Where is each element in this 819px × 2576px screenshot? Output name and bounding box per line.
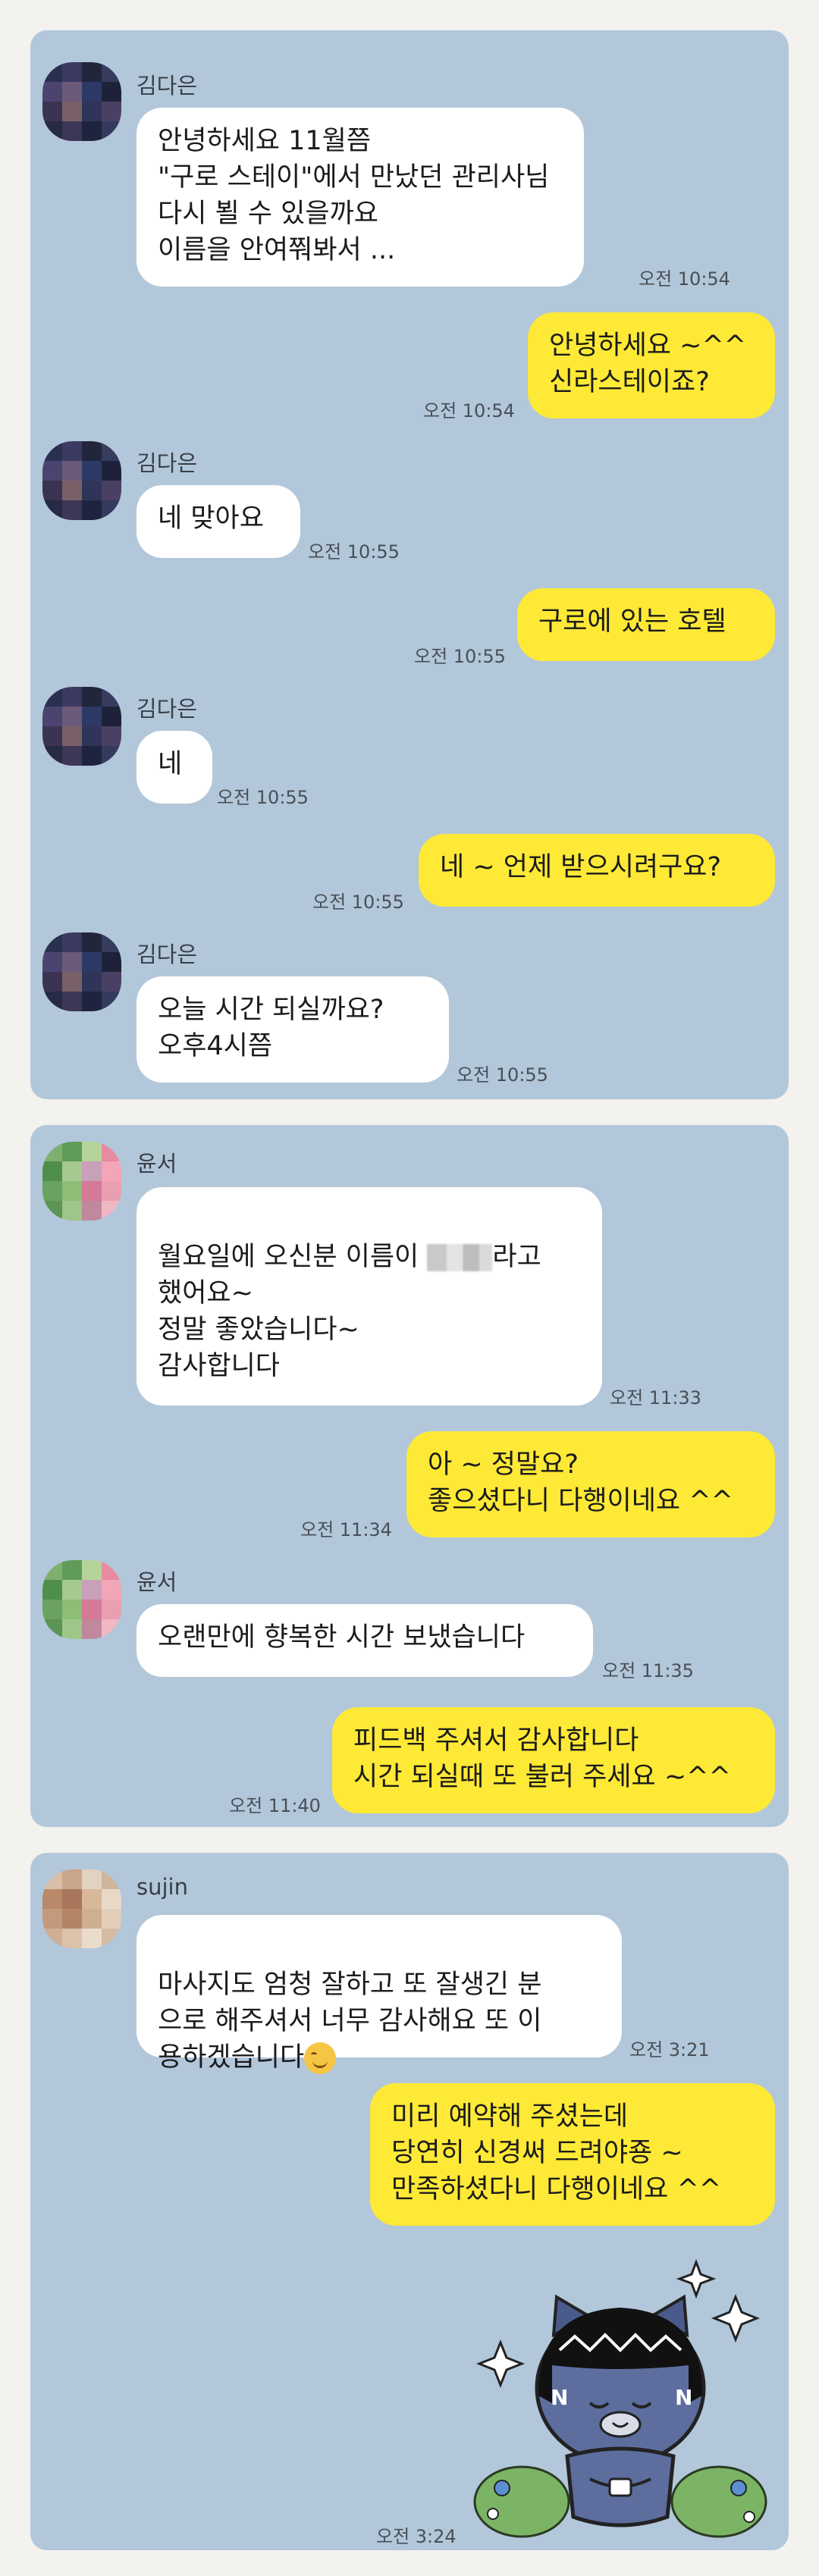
message-bubble[interactable]: 안녕하세요 ~^^ 신라스테이죠? (528, 312, 775, 418)
message-bubble[interactable]: 미리 예약해 주셨는데 당연히 신경써 드려야죵 ~ 만족하셨다니 다행이네요 … (370, 2083, 775, 2226)
avatar[interactable] (42, 1869, 121, 1948)
redacted-name (427, 1244, 493, 1271)
sender-name: 김다은 (136, 696, 198, 722)
message-time: 오전 10:54 (423, 400, 515, 421)
sender-name: 김다은 (136, 942, 198, 967)
chat-panel-1: 김다은 안녕하세요 11월쯤 "구로 스테이"에서 만났던 관리사님 다시 뵐 … (30, 30, 789, 1099)
kakao-ryan-sticker[interactable]: N N (469, 2252, 772, 2547)
message-bubble[interactable]: 오늘 시간 되실까요? 오후4시쯤 (136, 976, 449, 1083)
message-bubble[interactable]: 구로에 있는 호텔 (517, 588, 775, 661)
message-time: 오전 11:40 (229, 1795, 321, 1816)
chat-panel-2: 윤서 월요일에 오신분 이름이 라고했어요~ 정말 좋았습니다~ 감사합니다 오… (30, 1125, 789, 1827)
smiling-face-icon (304, 2042, 337, 2074)
message-time: 오전 10:55 (414, 646, 506, 667)
message-bubble[interactable]: 아 ~ 정말요? 좋으셨다니 다행이네요 ^^ (406, 1431, 775, 1537)
message-bubble[interactable]: 안녕하세요 11월쯤 "구로 스테이"에서 만났던 관리사님 다시 뵐 수 있을… (136, 108, 584, 287)
message-time: 오전 10:55 (312, 892, 404, 913)
message-text: 라고 (492, 1242, 541, 1272)
message-time: 오전 10:55 (457, 1064, 548, 1086)
sender-name: 김다은 (136, 73, 198, 99)
message-bubble[interactable]: 오랜만에 향복한 시간 보냈습니다 (136, 1604, 593, 1677)
message-bubble[interactable]: 네 맞아요 (136, 485, 300, 558)
avatar[interactable] (42, 62, 121, 141)
avatar[interactable] (42, 687, 121, 766)
message-time: 오전 11:35 (602, 1660, 694, 1681)
message-bubble[interactable]: 네 (136, 731, 212, 804)
svg-text:N: N (551, 2385, 568, 2410)
message-time: 오전 10:55 (217, 787, 309, 808)
avatar[interactable] (42, 441, 121, 520)
message-text: 했어요~ 정말 좋았습니다~ 감사합니다 (158, 1278, 359, 1381)
avatar[interactable] (42, 1560, 121, 1639)
message-bubble[interactable]: 월요일에 오신분 이름이 라고했어요~ 정말 좋았습니다~ 감사합니다 (136, 1187, 602, 1406)
message-time: 오전 10:54 (639, 268, 730, 290)
sender-name: 윤서 (136, 1569, 177, 1595)
avatar[interactable] (42, 1142, 121, 1221)
message-time: 오전 3:21 (629, 2039, 710, 2060)
svg-text:N: N (675, 2385, 692, 2410)
message-bubble[interactable]: 마사지도 엄청 잘하고 또 잘생긴 분 으로 해주셔서 너무 감사해요 또 이 … (136, 1915, 622, 2074)
message-time: 오전 11:34 (300, 1519, 392, 1540)
avatar[interactable] (42, 932, 121, 1011)
message-time: 오전 3:24 (376, 2526, 457, 2547)
sender-name: 김다은 (136, 450, 198, 476)
sender-name: sujin (136, 1874, 188, 1900)
sender-name: 윤서 (136, 1151, 177, 1177)
message-time: 오전 11:33 (610, 1387, 701, 1409)
message-text: 마사지도 엄청 잘하고 또 잘생긴 분 으로 해주셔서 너무 감사해요 또 이 … (158, 1970, 542, 2073)
message-time: 오전 10:55 (308, 541, 400, 563)
message-bubble[interactable]: 네 ~ 언제 받으시려구요? (419, 834, 775, 907)
message-bubble[interactable]: 피드백 주셔서 감사합니다 시간 되실때 또 불러 주세요 ~^^ (332, 1707, 775, 1813)
message-text: 월요일에 오신분 이름이 (158, 1242, 428, 1272)
